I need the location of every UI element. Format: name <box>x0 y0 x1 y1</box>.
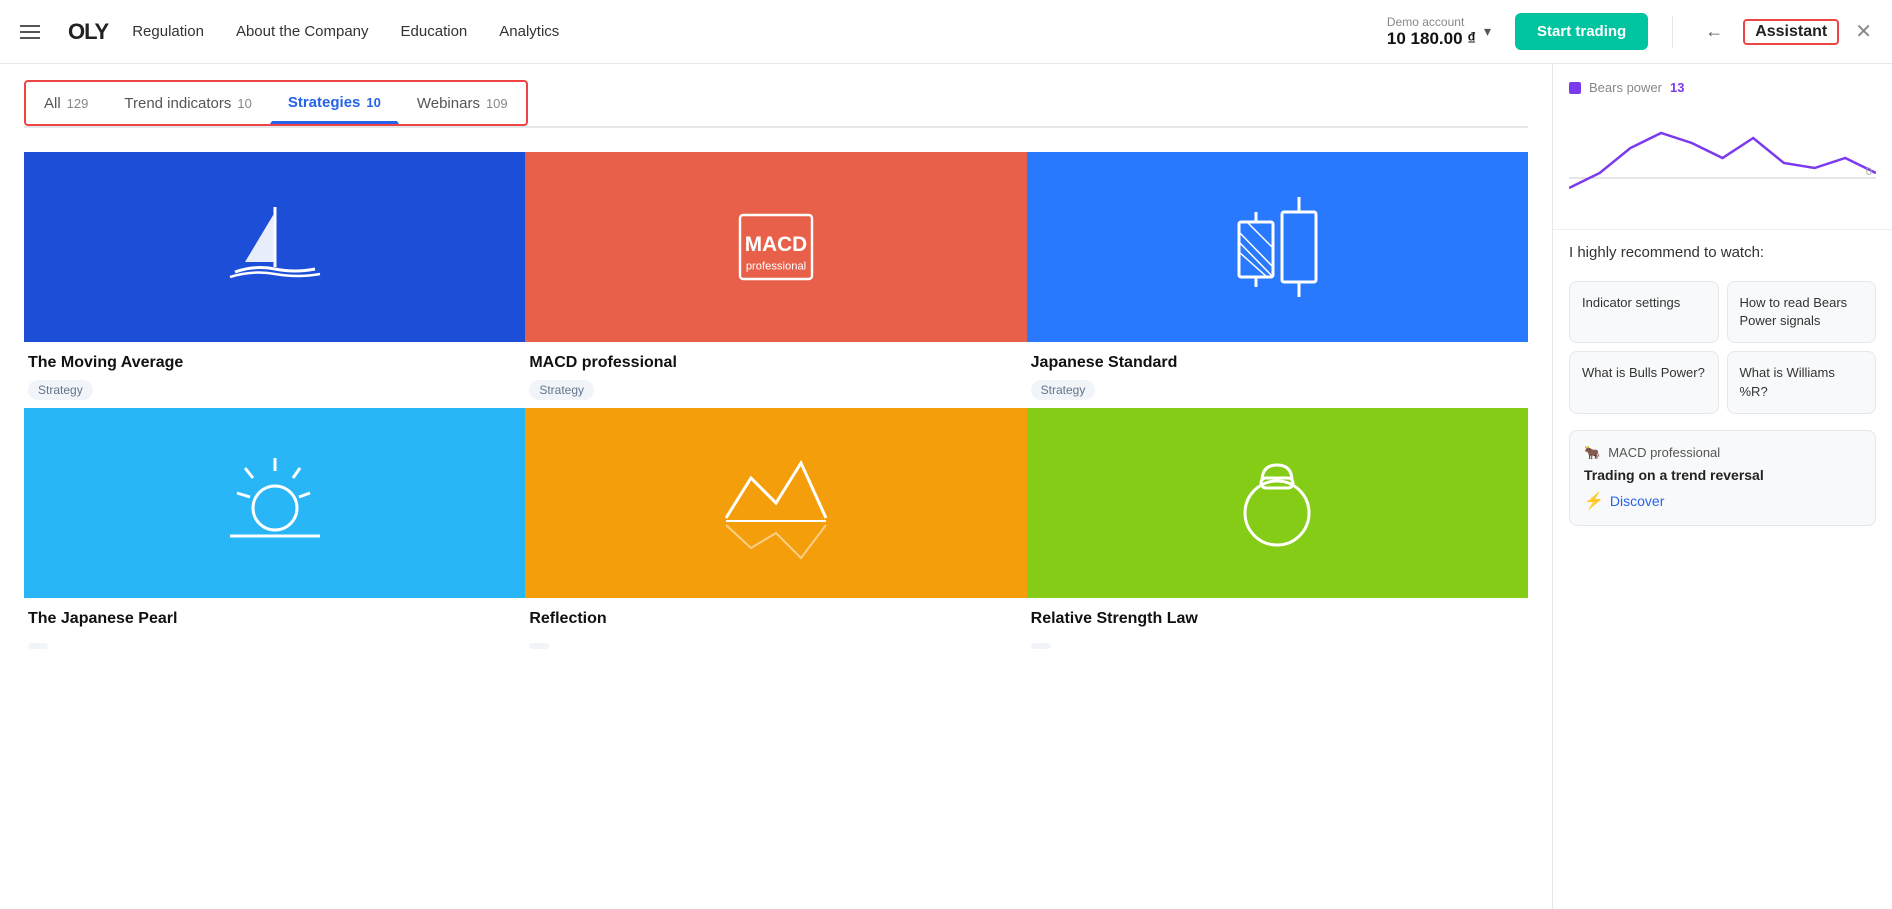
start-trading-button[interactable]: Start trading <box>1515 13 1648 50</box>
card-info-rsl: Relative Strength Law <box>1027 598 1528 662</box>
card-macd[interactable]: MACD professional MACD professional Stra… <box>525 152 1026 408</box>
tabs-outlined-group: All 129 Trend indicators 10 Strategies 1… <box>24 80 528 126</box>
nav-about[interactable]: About the Company <box>236 23 369 40</box>
main-nav: Regulation About the Company Education A… <box>132 23 1363 40</box>
card-title-japanese: Japanese Standard <box>1031 354 1524 372</box>
card-rsl[interactable]: Relative Strength Law <box>1027 408 1528 662</box>
bottom-card-header: 🐂 MACD professional <box>1584 445 1861 461</box>
chart-legend-label: Bears power <box>1589 80 1662 95</box>
chart-legend: Bears power 13 <box>1569 80 1876 95</box>
tab-all[interactable]: All 129 <box>26 82 106 124</box>
card-title-macd: MACD professional <box>529 354 1022 372</box>
card-info-macd: MACD professional Strategy <box>525 342 1026 408</box>
cards-grid: The Moving Average Strategy MACD profess… <box>24 152 1528 662</box>
back-button[interactable]: ← <box>1697 17 1731 46</box>
suggestion-bears-power[interactable]: How to read Bears Power signals <box>1727 281 1877 343</box>
card-tag-moving-average: Strategy <box>28 380 93 400</box>
card-info-japanese: Japanese Standard Strategy <box>1027 342 1528 408</box>
card-image-macd: MACD professional <box>525 152 1026 342</box>
tabs-container: All 129 Trend indicators 10 Strategies 1… <box>24 64 1528 128</box>
demo-account-amount: 10 180.00 ₫ <box>1387 29 1476 49</box>
card-info-moving-average: The Moving Average Strategy <box>24 342 525 408</box>
main-layout: All 129 Trend indicators 10 Strategies 1… <box>0 64 1892 909</box>
demo-account-label: Demo account <box>1387 15 1476 29</box>
app-header: OLY Regulation About the Company Educati… <box>0 0 1892 64</box>
suggestion-williams[interactable]: What is Williams %R? <box>1727 351 1877 413</box>
card-title-rsl: Relative Strength Law <box>1031 610 1524 628</box>
card-image-japanese <box>1027 152 1528 342</box>
demo-dropdown-arrow[interactable]: ▾ <box>1484 23 1491 40</box>
close-button[interactable]: ✕ <box>1851 15 1876 48</box>
card-japanese-pearl[interactable]: The Japanese Pearl <box>24 408 525 662</box>
tab-strategies[interactable]: Strategies 10 <box>270 82 399 124</box>
chart-area: Bears power 13 0 <box>1553 64 1892 230</box>
discover-button[interactable]: ⚡ Discover <box>1584 491 1861 511</box>
chart-legend-number: 13 <box>1670 80 1684 95</box>
recommend-title: I highly recommend to watch: <box>1569 244 1876 261</box>
card-tag-japanese: Strategy <box>1031 380 1096 400</box>
nav-education[interactable]: Education <box>401 23 468 40</box>
card-moving-average[interactable]: The Moving Average Strategy <box>24 152 525 408</box>
assistant-label: Assistant <box>1743 19 1839 45</box>
card-tag-reflection <box>529 643 549 649</box>
header-divider <box>1672 16 1673 48</box>
card-image-rsl <box>1027 408 1528 598</box>
demo-account-widget: Demo account 10 180.00 ₫ ▾ <box>1387 15 1491 49</box>
card-japanese-standard[interactable]: Japanese Standard Strategy <box>1027 152 1528 408</box>
logo: OLY <box>68 19 108 45</box>
nav-regulation[interactable]: Regulation <box>132 23 204 40</box>
card-reflection[interactable]: Reflection <box>525 408 1026 662</box>
bolt-icon: ⚡ <box>1584 491 1604 511</box>
hamburger-menu[interactable] <box>16 21 44 43</box>
card-image-pearl <box>24 408 525 598</box>
svg-text:professional: professional <box>746 260 806 272</box>
nav-analytics[interactable]: Analytics <box>499 23 559 40</box>
card-title-reflection: Reflection <box>529 610 1022 628</box>
svg-text:MACD: MACD <box>745 233 807 256</box>
tab-trend-indicators[interactable]: Trend indicators 10 <box>106 82 269 124</box>
suggestion-indicator-settings[interactable]: Indicator settings <box>1569 281 1719 343</box>
card-tag-pearl <box>28 643 48 649</box>
suggestion-bulls-power[interactable]: What is Bulls Power? <box>1569 351 1719 413</box>
left-content: All 129 Trend indicators 10 Strategies 1… <box>0 64 1552 909</box>
card-image-moving-average <box>24 152 525 342</box>
bottom-card-title: Trading on a trend reversal <box>1584 467 1861 483</box>
svg-text:0: 0 <box>1866 166 1872 178</box>
suggestions-grid: Indicator settings How to read Bears Pow… <box>1553 281 1892 422</box>
card-tag-rsl <box>1031 643 1051 649</box>
chart-container: 0 <box>1569 103 1876 213</box>
assistant-section: ← Assistant ✕ <box>1697 15 1876 48</box>
tab-webinars[interactable]: Webinars 109 <box>399 82 526 124</box>
bottom-card-header-text: MACD professional <box>1608 445 1720 460</box>
bottom-card-icon: 🐂 <box>1584 445 1600 461</box>
card-info-reflection: Reflection <box>525 598 1026 662</box>
bottom-recommendation-card[interactable]: 🐂 MACD professional Trading on a trend r… <box>1569 430 1876 526</box>
card-info-pearl: The Japanese Pearl <box>24 598 525 662</box>
discover-label: Discover <box>1610 493 1664 509</box>
card-tag-macd: Strategy <box>529 380 594 400</box>
card-title-pearl: The Japanese Pearl <box>28 610 521 628</box>
card-title-moving-average: The Moving Average <box>28 354 521 372</box>
chart-legend-dot <box>1569 82 1581 94</box>
recommend-section: I highly recommend to watch: <box>1553 230 1892 281</box>
card-image-reflection <box>525 408 1026 598</box>
assistant-panel: Bears power 13 0 I highly recommend to w… <box>1552 64 1892 909</box>
